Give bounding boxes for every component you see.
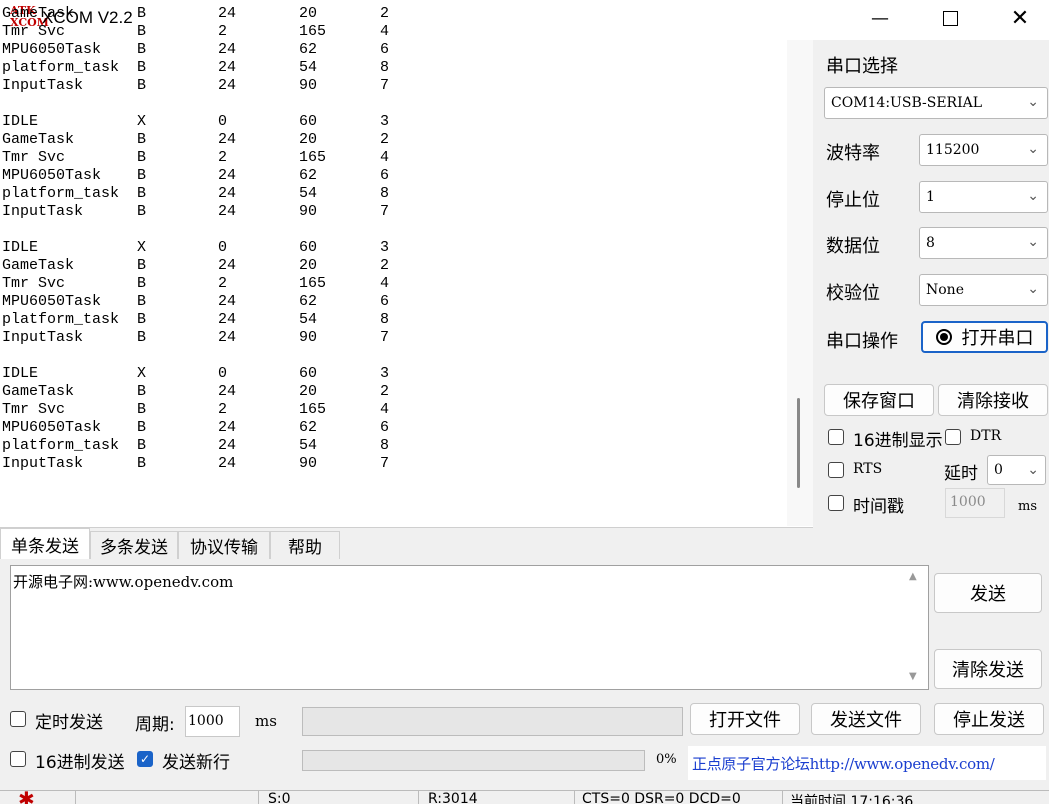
period-label: 周期: xyxy=(135,715,175,735)
line-status: CTS=0 DSR=0 DCD=0 xyxy=(582,791,741,804)
period-unit: ms xyxy=(255,712,277,730)
parity-label: 校验位 xyxy=(826,283,880,304)
chevron-down-icon: ⌄ xyxy=(1027,281,1039,297)
timed-send-label: 定时发送 xyxy=(35,713,103,733)
port-op-label: 串口操作 xyxy=(826,331,898,352)
minimize-icon: — xyxy=(871,7,889,29)
scroll-up-icon[interactable]: ▲ xyxy=(909,571,917,582)
scroll-thumb[interactable] xyxy=(797,398,800,488)
chevron-down-icon: ⌄ xyxy=(1027,94,1039,110)
open-port-label: 打开串口 xyxy=(961,328,1034,349)
minimize-button[interactable]: — xyxy=(845,0,915,36)
databit-select-value: 8 xyxy=(926,235,935,251)
hex-display-label: 16进制显示 xyxy=(853,431,943,451)
baud-select[interactable]: 115200 ⌄ xyxy=(919,134,1048,166)
status-divider xyxy=(574,791,575,804)
receive-count: R:3014 xyxy=(428,791,478,804)
rts-label: RTS xyxy=(853,461,883,477)
databit-select[interactable]: 8 ⌄ xyxy=(919,227,1048,259)
chevron-down-icon: ⌄ xyxy=(1027,188,1039,204)
delay-select[interactable]: 0 ⌄ xyxy=(987,455,1046,485)
maximize-icon xyxy=(942,10,958,26)
forum-link-text: 正点原子官方论坛http://www.openedv.com/ xyxy=(692,755,995,773)
forum-link[interactable]: 正点原子官方论坛http://www.openedv.com/ xyxy=(692,753,995,774)
status-divider xyxy=(75,791,76,804)
send-count: S:0 xyxy=(268,791,291,804)
stopbit-select[interactable]: 1 ⌄ xyxy=(919,181,1048,213)
baud-select-value: 115200 xyxy=(926,142,980,158)
delay-select-value: 0 xyxy=(994,462,1003,478)
status-divider xyxy=(418,791,419,804)
newline-checkbox[interactable]: ✓ xyxy=(137,751,153,767)
stop-send-button[interactable]: 停止发送 xyxy=(934,703,1044,735)
parity-select-value: None xyxy=(926,282,964,298)
send-button[interactable]: 发送 xyxy=(934,573,1042,613)
open-port-button[interactable]: 打开串口 xyxy=(921,321,1048,353)
dtr-label: DTR xyxy=(970,428,1002,444)
tab-protocol[interactable]: 协议传输 xyxy=(178,531,270,559)
hex-send-label: 16进制发送 xyxy=(35,753,125,773)
checkmark-icon: ✓ xyxy=(139,752,151,766)
status-divider xyxy=(782,791,783,804)
current-time: 当前时间 17:16:36 xyxy=(790,794,914,804)
newline-label: 发送新行 xyxy=(162,753,230,773)
receive-text: GameTask B 24 20 2 Tmr Svc B 2 165 4 MPU… xyxy=(2,5,390,472)
timestamp-input[interactable]: 1000 xyxy=(945,488,1005,518)
record-icon xyxy=(935,329,952,345)
progress-percent: 0% xyxy=(656,752,677,767)
save-window-button[interactable]: 保存窗口 xyxy=(824,384,934,416)
status-divider xyxy=(258,791,259,804)
send-file-button[interactable]: 发送文件 xyxy=(811,703,921,735)
baud-label: 波特率 xyxy=(826,143,880,164)
delay-label: 延时 xyxy=(944,464,978,484)
rts-checkbox[interactable] xyxy=(828,462,844,478)
receive-scrollbar[interactable] xyxy=(787,40,813,526)
status-bar: ✱ S:0 R:3014 CTS=0 DSR=0 DCD=0 当前时间 17:1… xyxy=(0,790,1049,804)
tab-single-send[interactable]: 单条发送 xyxy=(0,528,90,559)
send-progress-top xyxy=(302,707,683,736)
scroll-down-icon[interactable]: ▼ xyxy=(909,671,917,682)
chevron-down-icon: ⌄ xyxy=(1027,234,1039,250)
tab-help[interactable]: 帮助 xyxy=(270,531,340,559)
timestamp-checkbox[interactable] xyxy=(828,495,844,511)
databit-label: 数据位 xyxy=(826,236,880,257)
close-button[interactable]: ✕ xyxy=(985,0,1049,36)
send-scrollbar[interactable]: ▲ ▼ xyxy=(906,567,926,687)
gear-icon[interactable]: ✱ xyxy=(18,791,35,804)
chevron-down-icon: ⌄ xyxy=(1027,141,1039,157)
dtr-checkbox[interactable] xyxy=(945,429,961,445)
send-progress-bar xyxy=(302,750,645,771)
chevron-down-icon: ⌄ xyxy=(1027,462,1039,478)
port-select-label: 串口选择 xyxy=(826,56,898,77)
send-text: 开源电子网:www.openedv.com xyxy=(13,573,234,591)
port-select-value: COM14:USB-SERIAL xyxy=(831,95,983,111)
period-input[interactable]: 1000 xyxy=(185,706,240,737)
stopbit-select-value: 1 xyxy=(926,189,935,205)
open-file-button[interactable]: 打开文件 xyxy=(690,703,800,735)
tab-multi-send[interactable]: 多条发送 xyxy=(90,531,178,559)
parity-select[interactable]: None ⌄ xyxy=(919,274,1048,306)
clear-receive-button[interactable]: 清除接收 xyxy=(938,384,1048,416)
timed-send-checkbox[interactable] xyxy=(10,711,26,727)
timestamp-unit: ms xyxy=(1018,499,1037,514)
maximize-button[interactable] xyxy=(915,0,985,36)
clear-send-button[interactable]: 清除发送 xyxy=(934,649,1042,689)
timestamp-label: 时间戳 xyxy=(853,497,904,517)
hex-send-checkbox[interactable] xyxy=(10,751,26,767)
stopbit-label: 停止位 xyxy=(826,190,880,211)
port-select[interactable]: COM14:USB-SERIAL ⌄ xyxy=(824,87,1048,119)
close-icon: ✕ xyxy=(1010,5,1030,31)
hex-display-checkbox[interactable] xyxy=(828,429,844,445)
